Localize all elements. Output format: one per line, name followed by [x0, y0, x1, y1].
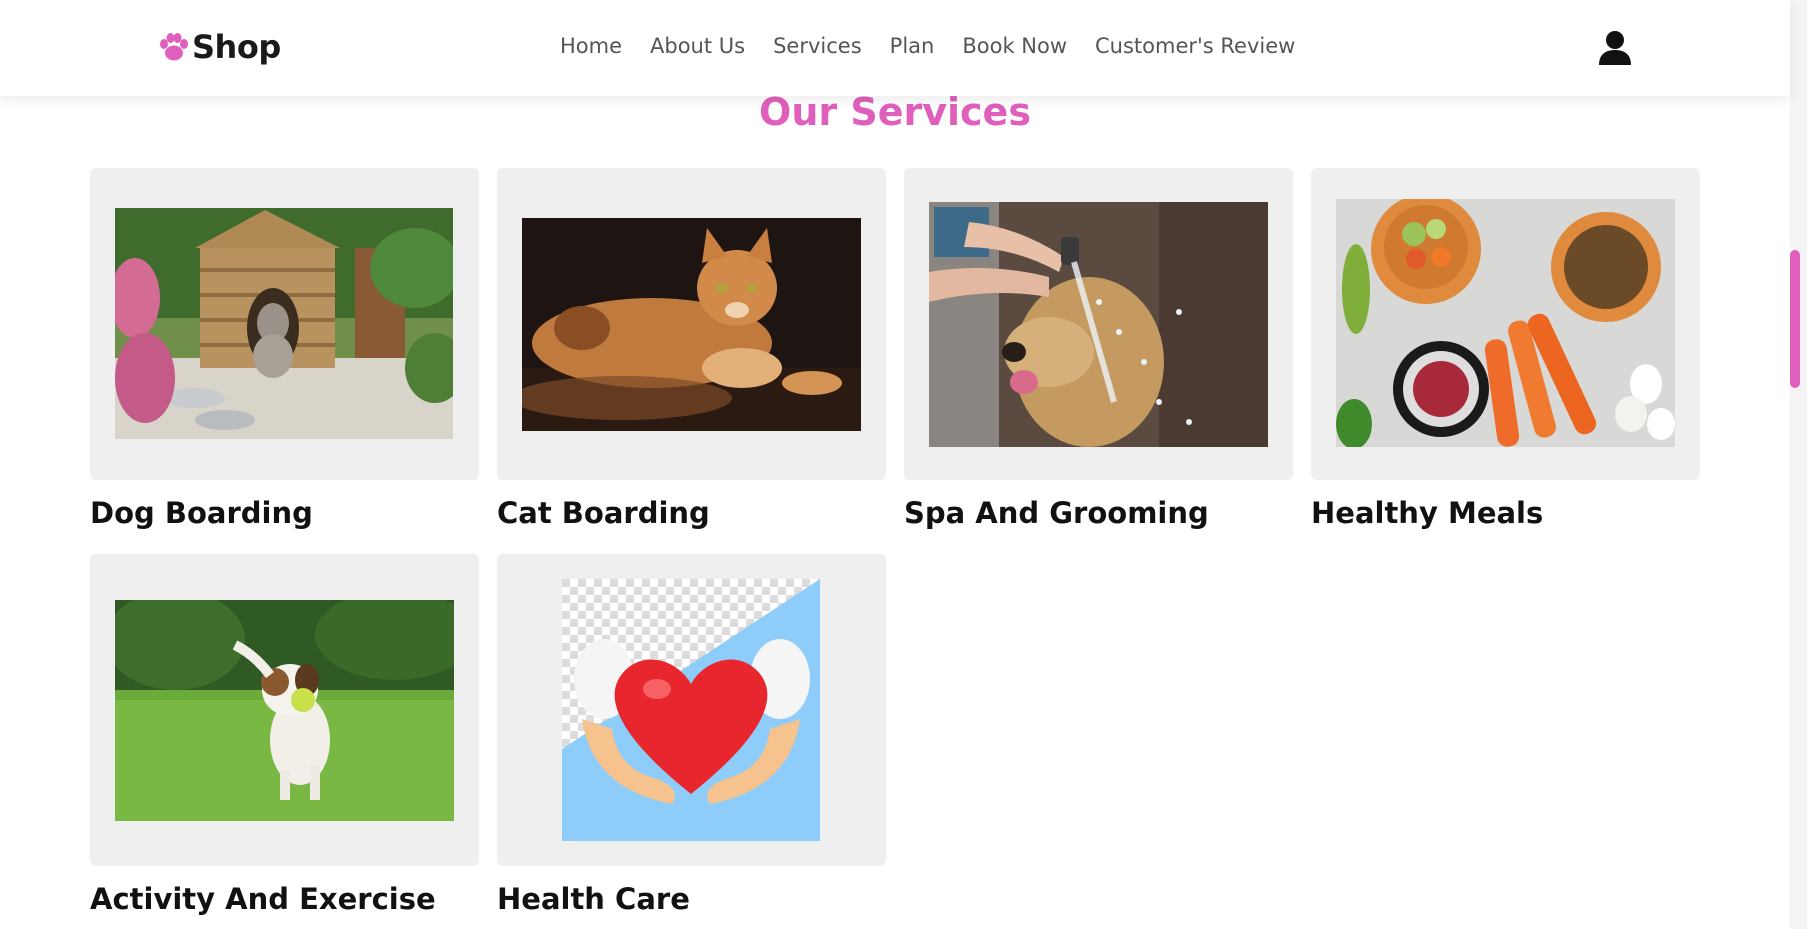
user-icon[interactable]	[1598, 30, 1632, 66]
dog-shower-photo	[929, 202, 1268, 447]
scrollbar-track[interactable]	[1790, 0, 1807, 929]
main-nav: Home About Us Services Plan Book Now Cus…	[560, 34, 1295, 58]
service-card-cat-boarding[interactable]: Cat Boarding	[497, 168, 886, 530]
dog-running-grass-photo	[115, 600, 454, 821]
card-image-frame	[904, 168, 1293, 480]
paw-icon	[160, 33, 188, 61]
card-title: Dog Boarding	[90, 496, 313, 530]
card-title: Healthy Meals	[1311, 496, 1544, 530]
card-image-frame	[497, 554, 886, 866]
service-card-healthy-meals[interactable]: Healthy Meals	[1311, 168, 1700, 530]
nav-about-us[interactable]: About Us	[650, 34, 745, 58]
site-header: Shop Home About Us Services Plan Book No…	[0, 0, 1790, 96]
service-card-health-care[interactable]: Health Care	[497, 554, 886, 916]
dog-kennel-photo	[115, 208, 453, 439]
card-title: Spa And Grooming	[904, 496, 1209, 530]
section-title: Our Services	[759, 90, 1031, 134]
card-title: Cat Boarding	[497, 496, 710, 530]
scrollbar-thumb[interactable]	[1790, 250, 1800, 388]
card-image-frame	[90, 554, 479, 866]
heart-in-hands-illustration	[562, 579, 820, 841]
card-title: Health Care	[497, 882, 690, 916]
orange-cat-photo	[522, 218, 861, 431]
logo[interactable]: Shop	[158, 28, 281, 66]
service-card-dog-boarding[interactable]: Dog Boarding	[90, 168, 479, 530]
nav-book-now[interactable]: Book Now	[962, 34, 1067, 58]
pet-food-bowls-photo	[1336, 199, 1675, 447]
logo-text: Shop	[192, 28, 281, 66]
card-image-frame	[90, 168, 479, 480]
nav-home[interactable]: Home	[560, 34, 622, 58]
nav-services[interactable]: Services	[773, 34, 862, 58]
card-title: Activity And Exercise	[90, 882, 436, 916]
card-image-frame	[497, 168, 886, 480]
nav-customers-review[interactable]: Customer's Review	[1095, 34, 1295, 58]
service-card-spa-and-grooming[interactable]: Spa And Grooming	[904, 168, 1293, 530]
nav-plan[interactable]: Plan	[890, 34, 935, 58]
card-image-frame	[1311, 168, 1700, 480]
service-card-activity-and-exercise[interactable]: Activity And Exercise	[90, 554, 479, 916]
